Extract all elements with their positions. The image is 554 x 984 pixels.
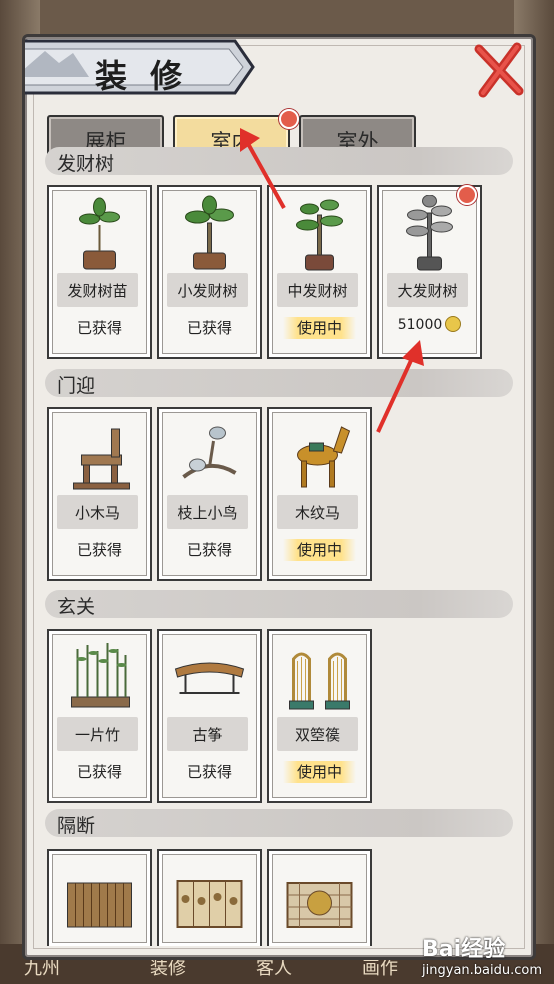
item-name: 一片竹 [57,717,138,751]
close-button[interactable] [473,41,525,99]
bird-on-branch-icon [182,426,237,479]
in-use-badge: 使用中 [283,761,356,783]
item-card[interactable] [47,849,152,946]
in-use-badge: 使用中 [283,539,356,561]
item-card[interactable]: 枝上小鸟 已获得 [157,407,262,581]
item-name: 中发财树 [277,273,358,307]
item-price: 51000 [379,316,480,333]
section-header-foyer: 玄关 [45,590,513,618]
wooden-horse-icon [73,428,130,490]
section-header-entrance: 门迎 [45,369,513,397]
folding-screen-icon [176,880,243,928]
item-status: 已获得 [186,763,232,781]
plant-icon [79,197,120,270]
item-card[interactable]: 双箜篌 使用中 [267,629,372,803]
item-card[interactable]: 发财树苗 已获得 [47,185,152,359]
item-name: 小发财树 [167,273,248,307]
section-header-partition: 隔断 [45,809,513,837]
folding-screen-icon [67,882,132,928]
item-card[interactable]: 大发财树 51000 [377,185,482,359]
item-card[interactable]: 木纹马 使用中 [267,407,372,581]
in-use-badge: 使用中 [283,317,356,339]
item-status: 已获得 [186,319,232,337]
item-card[interactable]: 一片竹 已获得 [47,629,152,803]
item-status: 已获得 [186,541,232,559]
page-title: 装 修 [95,57,189,95]
coin-icon [445,316,462,332]
harp-icon [289,652,350,710]
item-name: 古筝 [167,717,248,751]
item-name: 枝上小鸟 [167,495,248,529]
item-status: 已获得 [76,319,122,337]
item-status: 已获得 [76,541,122,559]
item-name: 发财树苗 [57,273,138,307]
item-card[interactable] [157,849,262,946]
annotation-arrow-up-right [376,340,424,433]
plant-icon [406,195,453,271]
item-name: 大发财树 [387,273,468,307]
bamboo-icon [71,643,130,708]
item-name: 木纹马 [277,495,358,529]
watermark: Bai经验 jingyan.baidu.com [422,937,542,978]
item-name: 双箜篌 [277,717,358,751]
item-card[interactable]: 小木马 已获得 [47,407,152,581]
item-status: 已获得 [76,763,122,781]
close-icon [474,42,524,98]
annotation-arrow-up [240,128,286,209]
item-card[interactable] [267,849,372,946]
tang-horse-icon [297,426,351,488]
item-name: 小木马 [57,495,138,529]
title-banner: 装 修 [25,37,275,105]
guzheng-icon [174,662,245,694]
new-item-dot [457,185,477,205]
lattice-partition-icon [286,882,353,928]
item-card[interactable]: 古筝 已获得 [157,629,262,803]
